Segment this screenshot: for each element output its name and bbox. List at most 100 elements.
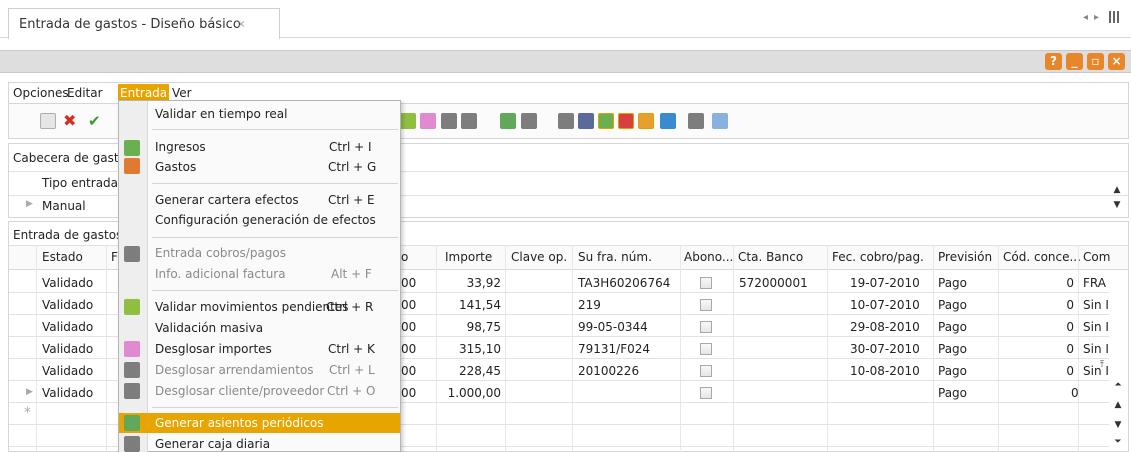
menu-item-configuracion-efectos[interactable]: Configuración generación de efectos (155, 213, 376, 227)
col-clave-op[interactable]: Clave op. (511, 250, 567, 264)
col-cta-banco[interactable]: Cta. Banco (738, 250, 803, 264)
col-f[interactable]: F (111, 250, 118, 264)
menu-opciones[interactable]: Opciones (13, 86, 69, 100)
cell-estado[interactable]: Validado (42, 320, 93, 334)
delete-icon[interactable]: ✖ (63, 113, 79, 129)
toolbar-action-icon[interactable] (400, 113, 416, 129)
cell-importe[interactable]: 98,75 (440, 320, 501, 334)
tab-close-icon[interactable]: × (237, 19, 245, 30)
menu-item-desglosar-cliente[interactable]: Desglosar cliente/proveedor (155, 384, 324, 398)
cell-estado[interactable]: Validado (42, 298, 93, 312)
cell-estado[interactable]: Validado (42, 364, 93, 378)
cell-cod[interactable]: 0 (1003, 276, 1074, 290)
grid-orange-icon[interactable] (638, 113, 654, 129)
cell-prevision[interactable]: Pago (938, 364, 967, 378)
cell-prevision[interactable]: Pago (938, 298, 967, 312)
col-estado[interactable]: Estado (42, 250, 83, 264)
cell-estado[interactable]: Validado (42, 386, 93, 400)
help-button[interactable]: ? (1045, 53, 1062, 70)
cell-cod[interactable]: 0 (1003, 320, 1074, 334)
cell-su-fra[interactable]: 20100226 (578, 364, 639, 378)
menu-item-generar-asientos[interactable]: Generar asientos periódicos (155, 416, 324, 430)
cell-cod[interactable]: 0 (1003, 298, 1074, 312)
cell-o[interactable]: 00 (401, 276, 416, 290)
cell-com[interactable]: Sin I (1083, 342, 1109, 356)
toolbar-split-icon[interactable] (420, 113, 436, 129)
toolbar-doc-icon[interactable] (688, 113, 704, 129)
abono-checkbox[interactable] (700, 343, 712, 355)
scroll-down-icon[interactable]: ▼ (1112, 420, 1124, 430)
tipo-entrada-value[interactable]: Manual (42, 199, 86, 213)
col-prevision[interactable]: Previsión (938, 250, 992, 264)
cell-importe[interactable]: 315,10 (440, 342, 501, 356)
cell-o[interactable]: 00 (401, 364, 416, 378)
cell-importe[interactable]: 141,54 (440, 298, 501, 312)
grid-delete-icon[interactable] (618, 113, 634, 129)
cell-importe[interactable]: 228,45 (440, 364, 501, 378)
abono-checkbox[interactable] (700, 277, 712, 289)
toolbar-page-icon[interactable] (441, 113, 457, 129)
cell-com[interactable]: Sin I (1083, 298, 1109, 312)
cell-com[interactable]: FRA (1083, 276, 1106, 290)
col-importe[interactable]: Importe (445, 250, 492, 264)
cell-o[interactable]: 00 (401, 320, 416, 334)
menu-item-generar-caja[interactable]: Generar caja diaria (155, 437, 270, 451)
toolbar-page2-icon[interactable] (521, 113, 537, 129)
cell-o[interactable]: 00 (401, 342, 416, 356)
menu-item-validar-tiempo-real[interactable]: Validar en tiempo real (155, 107, 287, 121)
scroll-page-up-icon[interactable]: ⏶ (1112, 380, 1124, 390)
cell-prevision[interactable]: Pago (938, 320, 967, 334)
menu-item-desglosar-importes[interactable]: Desglosar importes (155, 342, 272, 356)
cell-prevision[interactable]: Pago (938, 342, 967, 356)
cell-cod[interactable]: 0 (1071, 386, 1079, 400)
cell-fec[interactable]: 29-08-2010 (850, 320, 920, 334)
abono-checkbox[interactable] (700, 299, 712, 311)
cell-prevision[interactable]: Pago (938, 386, 967, 400)
abono-checkbox[interactable] (700, 387, 712, 399)
cell-su-fra[interactable]: 99-05-0344 (578, 320, 648, 334)
cell-fec[interactable]: 30-07-2010 (850, 342, 920, 356)
cell-cod[interactable]: 0 (1003, 364, 1074, 378)
cell-estado[interactable]: Validado (42, 342, 93, 356)
menu-item-info-adicional[interactable]: Info. adicional factura (155, 267, 286, 281)
list-icon[interactable] (578, 113, 594, 129)
menu-item-desglosar-arrendamientos[interactable]: Desglosar arrendamientos (155, 363, 314, 377)
scroll-up-icon[interactable]: ▲ (1111, 185, 1123, 195)
user-icon[interactable] (660, 113, 676, 129)
cell-su-fra[interactable]: 79131/F024 (578, 342, 650, 356)
cell-cta-banco[interactable]: 572000001 (739, 276, 808, 290)
col-su-fra[interactable]: Su fra. núm. (578, 250, 652, 264)
col-abono[interactable]: Abono... (684, 250, 733, 264)
menu-item-validar-movimientos[interactable]: Validar movimientos pendientes (155, 300, 349, 314)
cell-prevision[interactable]: Pago (938, 276, 967, 290)
col-fec-cobro[interactable]: Fec. cobro/pag. (832, 250, 924, 264)
tab-scroll-arrows-icon[interactable]: ◂▸ (1083, 12, 1105, 23)
validate-check-icon[interactable]: ✔ (88, 113, 104, 129)
scroll-up-icon[interactable]: ▲ (1112, 400, 1124, 410)
cell-cod[interactable]: 0 (1003, 342, 1074, 356)
menu-ver[interactable]: Ver (172, 86, 192, 100)
cell-fec[interactable]: 10-07-2010 (850, 298, 920, 312)
cell-importe[interactable]: 33,92 (440, 276, 501, 290)
restore-button[interactable]: ▫ (1087, 53, 1104, 70)
close-button[interactable]: × (1108, 53, 1125, 70)
toolbar-users-icon[interactable] (461, 113, 477, 129)
scroll-page-down-icon[interactable]: ⏷ (1112, 437, 1124, 447)
cell-fec[interactable]: 10-08-2010 (850, 364, 920, 378)
cell-fec[interactable]: 19-07-2010 (850, 276, 920, 290)
abono-checkbox[interactable] (700, 321, 712, 333)
menu-item-generar-cartera[interactable]: Generar cartera efectos (155, 193, 299, 207)
minimize-button[interactable]: _ (1066, 53, 1083, 70)
scroll-top-icon[interactable]: ⤒ (1096, 360, 1108, 370)
col-com[interactable]: Com (1083, 250, 1110, 264)
tab-list-icon[interactable] (1109, 11, 1121, 23)
grid-green-icon[interactable] (598, 113, 614, 129)
menu-item-entrada-cobros[interactable]: Entrada cobros/pagos (155, 246, 286, 260)
abono-checkbox[interactable] (700, 365, 712, 377)
menu-item-gastos[interactable]: Gastos (155, 160, 196, 174)
menu-item-validacion-masiva[interactable]: Validación masiva (155, 321, 263, 335)
cell-su-fra[interactable]: 219 (578, 298, 601, 312)
tab-entrada-gastos[interactable]: Entrada de gastos - Diseño básico × (8, 8, 280, 39)
cell-com[interactable]: Sin I (1083, 320, 1109, 334)
cell-o[interactable]: 00 (401, 298, 416, 312)
